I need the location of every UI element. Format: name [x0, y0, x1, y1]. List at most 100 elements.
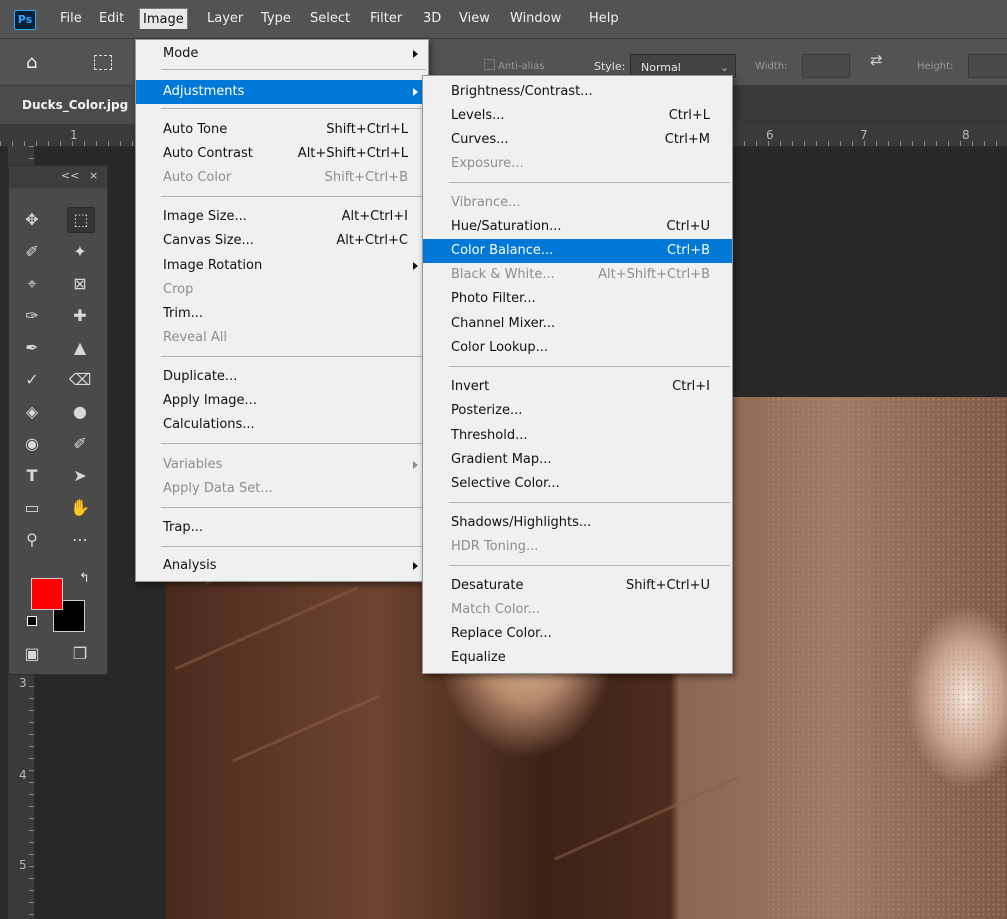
menu-item-hdr-toning[interactable]: HDR Toning...: [423, 535, 732, 559]
home-icon[interactable]: ⌂: [26, 53, 46, 73]
menu-edit[interactable]: Edit: [99, 11, 124, 26]
menu-item-shortcut: Shift+Ctrl+L: [326, 122, 408, 137]
menu-item-adjustments[interactable]: Adjustments: [136, 80, 428, 104]
menu-item-equalize[interactable]: Equalize: [423, 646, 732, 670]
healing-brush-tool-icon[interactable]: ✚: [67, 304, 93, 328]
rectangular-marquee-icon[interactable]: [94, 55, 112, 70]
menu-item-duplicate[interactable]: Duplicate...: [136, 365, 428, 389]
rectangle-tool-icon[interactable]: ▭: [19, 496, 45, 520]
menu-item-levels[interactable]: Levels... Ctrl+L: [423, 104, 732, 128]
collapse-icon[interactable]: <<: [61, 169, 79, 182]
menu-item-shortcut: Alt+Shift+Ctrl+L: [297, 146, 408, 161]
move-tool-icon[interactable]: ✥: [19, 208, 45, 232]
eraser-tool-icon[interactable]: ⌫: [67, 368, 93, 392]
menu-item-analysis[interactable]: Analysis: [136, 554, 428, 578]
magic-wand-tool-icon[interactable]: ✦: [67, 240, 93, 264]
menu-item-trap[interactable]: Trap...: [136, 516, 428, 540]
menu-item-vibrance[interactable]: Vibrance...: [423, 191, 732, 215]
menu-item-color-balance[interactable]: Color Balance... Ctrl+B: [423, 239, 732, 263]
menu-item-curves[interactable]: Curves... Ctrl+M: [423, 128, 732, 152]
hand-tool-icon[interactable]: ✋: [67, 496, 93, 520]
menu-item-invert[interactable]: Invert Ctrl+I: [423, 375, 732, 399]
menu-item-crop[interactable]: Crop: [136, 278, 428, 302]
menu-item-hue-saturation[interactable]: Hue/Saturation... Ctrl+U: [423, 215, 732, 239]
menu-item-channel-mixer[interactable]: Channel Mixer...: [423, 312, 732, 336]
menu-item-auto-contrast[interactable]: Auto Contrast Alt+Shift+Ctrl+L: [136, 142, 428, 166]
menu-item-gradient-map[interactable]: Gradient Map...: [423, 448, 732, 472]
menu-item-image-rotation[interactable]: Image Rotation: [136, 254, 428, 278]
menu-item-photo-filter[interactable]: Photo Filter...: [423, 287, 732, 311]
menu-item-label: Selective Color...: [451, 476, 560, 491]
menu-separator: [161, 196, 426, 197]
frame-tool-icon[interactable]: ⊠: [67, 272, 93, 296]
menu-item-desaturate[interactable]: Desaturate Shift+Ctrl+U: [423, 574, 732, 598]
menu-item-auto-color[interactable]: Auto Color Shift+Ctrl+B: [136, 166, 428, 190]
menu-item-image-size[interactable]: Image Size... Alt+Ctrl+I: [136, 205, 428, 229]
menu-view[interactable]: View: [459, 11, 490, 26]
menu-filter[interactable]: Filter: [370, 11, 402, 26]
menu-item-black-white[interactable]: Black & White... Alt+Shift+Ctrl+B: [423, 263, 732, 287]
menu-item-threshold[interactable]: Threshold...: [423, 424, 732, 448]
lasso-tool-icon[interactable]: ✐: [19, 240, 45, 264]
menu-item-label: Gradient Map...: [451, 452, 552, 467]
menu-file[interactable]: File: [60, 11, 82, 26]
menu-help[interactable]: Help: [589, 11, 619, 26]
dodge-tool-icon[interactable]: ◉: [19, 432, 45, 456]
swap-colors-icon[interactable]: ↰: [79, 571, 90, 586]
menu-separator: [449, 182, 730, 183]
menu-select[interactable]: Select: [310, 11, 350, 26]
screen-mode-icon[interactable]: ❐: [67, 642, 93, 666]
menu-window[interactable]: Window: [510, 11, 561, 26]
menu-item-mode[interactable]: Mode: [136, 42, 428, 66]
default-colors-icon[interactable]: [27, 616, 37, 626]
ground-texture: [766, 397, 1007, 919]
document-tab[interactable]: Ducks_Color.jpg: [0, 86, 140, 124]
menu-item-match-color[interactable]: Match Color...: [423, 598, 732, 622]
zoom-tool-icon[interactable]: ⚲: [19, 528, 45, 552]
anti-alias-checkbox[interactable]: [484, 59, 495, 70]
path-selection-tool-icon[interactable]: ➤: [67, 464, 93, 488]
crop-tool-icon[interactable]: ⌖: [19, 272, 45, 296]
pen-tool-icon[interactable]: ✐: [67, 432, 93, 456]
menu-item-canvas-size[interactable]: Canvas Size... Alt+Ctrl+C: [136, 229, 428, 253]
submenu-arrow-icon: [413, 562, 418, 570]
foreground-color-swatch[interactable]: [31, 578, 63, 610]
menu-item-brightness-contrast[interactable]: Brightness/Contrast...: [423, 80, 732, 104]
left-edge-strip: [0, 146, 8, 919]
menu-item-color-lookup[interactable]: Color Lookup...: [423, 336, 732, 360]
menu-separator: [161, 356, 426, 357]
swap-width-height-icon[interactable]: ⇄: [870, 51, 883, 69]
type-tool-icon[interactable]: T: [19, 464, 45, 488]
eyedropper-tool-icon[interactable]: ✑: [19, 304, 45, 328]
menu-item-reveal-all[interactable]: Reveal All: [136, 326, 428, 350]
height-field[interactable]: [968, 54, 1007, 78]
menu-item-calculations[interactable]: Calculations...: [136, 413, 428, 437]
menu-item-replace-color[interactable]: Replace Color...: [423, 622, 732, 646]
brush-tool-icon[interactable]: ✒: [19, 336, 45, 360]
menu-type[interactable]: Type: [261, 11, 291, 26]
menu-item-label: Duplicate...: [163, 369, 238, 384]
menu-layer[interactable]: Layer: [207, 11, 243, 26]
menu-item-shortcut: Shift+Ctrl+B: [324, 170, 408, 185]
paint-bucket-tool-icon[interactable]: ◈: [19, 400, 45, 424]
menu-image[interactable]: Image: [139, 8, 188, 29]
marquee-tool-icon[interactable]: ⬚: [67, 207, 95, 233]
menu-item-shadows-highlights[interactable]: Shadows/Highlights...: [423, 511, 732, 535]
menu-item-variables[interactable]: Variables: [136, 453, 428, 477]
clone-stamp-tool-icon[interactable]: ▲: [67, 336, 93, 360]
menu-item-exposure[interactable]: Exposure...: [423, 152, 732, 176]
blur-tool-icon[interactable]: ●: [67, 400, 93, 424]
quick-mask-icon[interactable]: ▣: [19, 642, 45, 666]
width-field[interactable]: [802, 54, 850, 78]
menu-item-apply-image[interactable]: Apply Image...: [136, 389, 428, 413]
menu-item-auto-tone[interactable]: Auto Tone Shift+Ctrl+L: [136, 118, 428, 142]
history-brush-tool-icon[interactable]: ✓: [19, 368, 45, 392]
close-icon[interactable]: ×: [89, 169, 98, 182]
menu-separator: [161, 507, 426, 508]
more-tools-icon[interactable]: ⋯: [67, 528, 93, 552]
menu-item-posterize[interactable]: Posterize...: [423, 399, 732, 423]
menu-item-apply-data-set[interactable]: Apply Data Set...: [136, 477, 428, 501]
menu-item-trim[interactable]: Trim...: [136, 302, 428, 326]
menu-item-selective-color[interactable]: Selective Color...: [423, 472, 732, 496]
menu-3d[interactable]: 3D: [423, 11, 441, 26]
